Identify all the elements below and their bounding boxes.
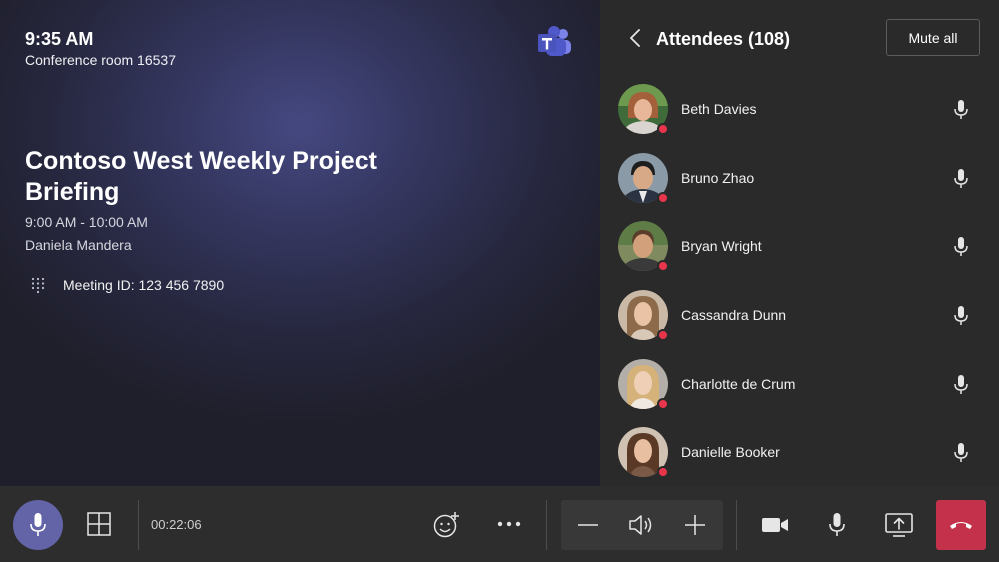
- meeting-stage: 9:35 AM Conference room 16537 Contoso We…: [0, 0, 600, 486]
- attendee-row[interactable]: Beth Davies: [600, 75, 999, 144]
- microphone-icon[interactable]: [827, 512, 847, 538]
- avatar: [618, 84, 669, 135]
- attendees-title: Attendees (108): [656, 29, 791, 49]
- call-duration: 00:22:06: [151, 517, 202, 532]
- attendee-name: Beth Davies: [681, 101, 757, 117]
- divider: [736, 500, 737, 550]
- share-screen-icon[interactable]: [884, 512, 914, 538]
- presence-busy-icon: [657, 329, 669, 342]
- volume-control-group: [561, 500, 723, 550]
- call-control-bar: 00:22:06: [0, 486, 999, 562]
- teams-logo-icon: [536, 26, 574, 60]
- microphone-icon[interactable]: [952, 236, 970, 258]
- presence-busy-icon: [657, 466, 669, 479]
- microphone-icon: [28, 512, 48, 538]
- avatar: [618, 221, 669, 273]
- attendee-row[interactable]: Danielle Booker: [600, 418, 999, 486]
- presence-busy-icon: [657, 191, 669, 204]
- presence-busy-icon: [657, 260, 669, 273]
- presence-busy-icon: [657, 397, 669, 410]
- divider: [546, 500, 547, 550]
- room-name: Conference room 16537: [25, 52, 176, 68]
- attendee-name: Bryan Wright: [681, 238, 762, 255]
- attendee-name: Cassandra Dunn: [681, 307, 787, 324]
- microphone-icon[interactable]: [952, 99, 970, 121]
- plus-icon[interactable]: [684, 514, 706, 536]
- mute-toggle-button[interactable]: [13, 500, 63, 550]
- microphone-icon[interactable]: [952, 374, 970, 396]
- emoji-add-icon[interactable]: [432, 511, 460, 539]
- meeting-title: Contoso West Weekly Project Briefing: [25, 147, 377, 206]
- avatar: [618, 427, 669, 479]
- grid-layout-icon[interactable]: [86, 511, 112, 537]
- attendee-row[interactable]: Bruno Zhao: [600, 144, 999, 213]
- dialpad-icon: [31, 277, 45, 293]
- microphone-icon[interactable]: [952, 305, 970, 327]
- avatar: [618, 358, 669, 410]
- current-time: 9:35 AM: [25, 29, 94, 49]
- avatar: [618, 290, 669, 342]
- video-camera-icon[interactable]: [761, 515, 789, 535]
- attendees-panel-header: Attendees (108) Mute all: [600, 0, 999, 75]
- attendee-name: Danielle Booker: [681, 444, 780, 461]
- more-options-icon[interactable]: [496, 518, 522, 530]
- attendee-row[interactable]: Bryan Wright: [600, 212, 999, 281]
- meeting-id-row: Meeting ID: 123 456 7890: [31, 277, 224, 293]
- microphone-icon[interactable]: [952, 442, 970, 464]
- mute-all-button[interactable]: Mute all: [886, 19, 980, 56]
- speaker-icon: [628, 513, 656, 537]
- avatar: [618, 152, 669, 204]
- minus-icon[interactable]: [577, 514, 599, 536]
- attendee-name: Charlotte de Crum: [681, 375, 796, 392]
- meeting-id: Meeting ID: 123 456 7890: [63, 277, 225, 293]
- meeting-time-range: 9:00 AM - 10:00 AM: [25, 214, 148, 230]
- hang-up-icon: [948, 518, 974, 532]
- attendee-row[interactable]: Cassandra Dunn: [600, 281, 999, 350]
- attendee-row[interactable]: Charlotte de Crum: [600, 350, 999, 419]
- attendee-list: Beth Davies Bruno Zhao Bryan Wright Cass…: [600, 75, 999, 486]
- divider: [138, 500, 139, 550]
- hang-up-button[interactable]: [936, 500, 986, 550]
- meeting-organizer: Daniela Mandera: [25, 237, 132, 253]
- attendees-panel: Attendees (108) Mute all Beth Davies Bru…: [600, 0, 999, 486]
- chevron-left-icon[interactable]: [626, 26, 646, 50]
- microphone-icon[interactable]: [952, 168, 970, 190]
- attendee-name: Bruno Zhao: [681, 169, 755, 186]
- presence-busy-icon: [657, 123, 669, 135]
